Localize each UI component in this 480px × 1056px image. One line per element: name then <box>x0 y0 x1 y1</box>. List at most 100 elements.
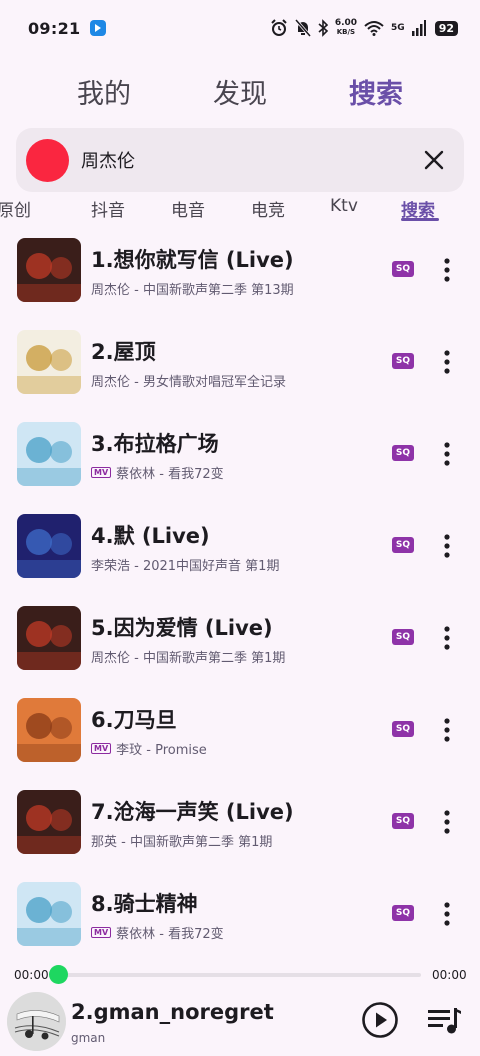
song-artist-album: 那英 - 中国新歌声第二季 第1期 <box>91 835 273 850</box>
album-cover[interactable] <box>17 606 81 670</box>
song-artist-album: 李玟 - Promise <box>116 743 207 758</box>
playlist-button[interactable] <box>424 1002 464 1038</box>
sq-quality-badge: SQ <box>392 721 414 737</box>
sq-quality-badge: SQ <box>392 813 414 829</box>
song-artist-album: 蔡依林 - 看我72变 <box>116 927 224 942</box>
song-subtitle: 周杰伦 - 男女情歌对唱冠军全记录 <box>91 371 286 390</box>
more-vert-icon <box>444 258 450 282</box>
song-artist-album: 周杰伦 - 男女情歌对唱冠军全记录 <box>91 375 286 390</box>
song-artist-album: 周杰伦 - 中国新歌声第二季 第1期 <box>91 651 286 666</box>
more-vert-icon <box>444 350 450 374</box>
more-options-button[interactable] <box>437 348 457 376</box>
song-subtitle: MV 李玟 - Promise <box>91 739 207 758</box>
mini-player: 00:00 00:00 2.gman_noregret gman <box>0 960 480 1056</box>
song-row[interactable]: 1.想你就写信 (Live) 周杰伦 - 中国新歌声第二季 第13期 SQ <box>0 232 480 324</box>
tab-douyin[interactable]: 抖音 <box>91 196 125 221</box>
song-artist-album: 李荣浩 - 2021中国好声音 第1期 <box>91 559 280 574</box>
sq-quality-badge: SQ <box>392 905 414 921</box>
more-options-button[interactable] <box>437 900 457 928</box>
sq-quality-badge: SQ <box>392 537 414 553</box>
play-button[interactable] <box>360 1000 400 1040</box>
app-notification-icon <box>90 20 107 36</box>
tab-ktv[interactable]: Ktv <box>330 196 358 216</box>
tab-electronic[interactable]: 电音 <box>171 196 205 221</box>
song-row[interactable]: 6.刀马旦 MV 李玟 - Promise SQ <box>0 692 480 784</box>
status-time: 09:21 <box>28 18 81 38</box>
song-list: 1.想你就写信 (Live) 周杰伦 - 中国新歌声第二季 第13期 SQ 2.屋顶周… <box>0 232 480 968</box>
search-source-icon[interactable] <box>26 138 69 182</box>
song-title: 3.布拉格广场 <box>91 432 219 456</box>
song-row[interactable]: 3.布拉格广场 MV 蔡依林 - 看我72变 SQ <box>0 416 480 508</box>
song-subtitle: 李荣浩 - 2021中国好声音 第1期 <box>91 555 279 574</box>
play-icon <box>362 1002 398 1038</box>
sq-quality-badge: SQ <box>392 261 414 277</box>
song-artist-album: 周杰伦 - 中国新歌声第二季 第13期 <box>91 283 294 298</box>
more-vert-icon <box>444 902 450 926</box>
song-title: 7.沧海一声笑 (Live) <box>91 800 294 824</box>
queue-icon <box>428 1008 461 1034</box>
song-subtitle: 周杰伦 - 中国新歌声第二季 第13期 <box>91 279 294 298</box>
net-speed: 6.00 KB/S <box>335 19 357 37</box>
sq-quality-badge: SQ <box>392 353 414 369</box>
alarm-icon <box>271 19 287 36</box>
more-vert-icon <box>444 442 450 466</box>
category-tabs: 原创 抖音 电音 电竞 Ktv 搜索 <box>0 194 480 226</box>
net-speed-value: 6.00 <box>334 18 358 28</box>
song-row[interactable]: 5.因为爱情 (Live) 周杰伦 - 中国新歌声第二季 第1期 SQ <box>0 600 480 692</box>
song-subtitle: 周杰伦 - 中国新歌声第二季 第1期 <box>91 647 285 666</box>
more-options-button[interactable] <box>437 256 457 284</box>
more-vert-icon <box>444 626 450 650</box>
mv-badge[interactable]: MV <box>91 743 112 754</box>
song-title: 6.刀马旦 <box>91 708 177 732</box>
sq-quality-badge: SQ <box>392 629 414 645</box>
song-subtitle: 那英 - 中国新歌声第二季 第1期 <box>91 831 272 850</box>
player-title: 2.gman_noregret <box>71 1000 274 1024</box>
more-vert-icon <box>444 718 450 742</box>
progress-track[interactable] <box>58 973 421 977</box>
more-options-button[interactable] <box>437 808 457 836</box>
album-cover[interactable] <box>17 514 81 578</box>
network-type: 5G <box>391 23 405 33</box>
song-title: 5.因为爱情 (Live) <box>91 616 273 640</box>
tab-discover[interactable]: 发现 <box>203 66 277 112</box>
signal-icon <box>411 20 426 36</box>
tab-mine[interactable]: 我的 <box>67 66 141 112</box>
more-options-button[interactable] <box>437 716 457 744</box>
more-options-button[interactable] <box>437 624 457 652</box>
song-title: 1.想你就写信 (Live) <box>91 248 294 272</box>
sq-quality-badge: SQ <box>392 445 414 461</box>
mv-badge[interactable]: MV <box>91 927 112 938</box>
time-current: 00:00 <box>14 968 49 982</box>
wifi-icon <box>364 21 384 36</box>
more-vert-icon <box>444 534 450 558</box>
more-options-button[interactable] <box>437 532 457 560</box>
album-cover[interactable] <box>17 238 81 302</box>
album-cover[interactable] <box>17 698 81 762</box>
status-icons: 6.00 KB/S 5G 92 <box>270 19 458 37</box>
song-row[interactable]: 7.沧海一声笑 (Live) 那英 - 中国新歌声第二季 第1期 SQ <box>0 784 480 876</box>
tab-original[interactable]: 原创 <box>0 196 31 221</box>
album-cover[interactable] <box>17 790 81 854</box>
tab-esports[interactable]: 电竞 <box>251 196 285 221</box>
album-cover[interactable] <box>17 882 81 946</box>
song-row[interactable]: 8.骑士精神 MV 蔡依林 - 看我72变 SQ <box>0 876 480 968</box>
album-cover[interactable] <box>17 330 81 394</box>
search-input[interactable]: 周杰伦 <box>81 147 416 173</box>
time-total: 00:00 <box>432 968 467 982</box>
album-art[interactable] <box>7 992 66 1051</box>
player-artist: gman <box>71 1031 106 1045</box>
status-bar: 09:21 6.00 KB/S 5G 92 <box>0 0 480 56</box>
mv-badge[interactable]: MV <box>91 467 112 478</box>
more-options-button[interactable] <box>437 440 457 468</box>
song-artist-album: 蔡依林 - 看我72变 <box>116 467 224 482</box>
song-title: 2.屋顶 <box>91 340 156 364</box>
song-row[interactable]: 4.默 (Live) 李荣浩 - 2021中国好声音 第1期 SQ <box>0 508 480 600</box>
progress-thumb[interactable] <box>49 965 68 984</box>
tab-search[interactable]: 搜索 <box>339 66 413 112</box>
main-tabs: 我的 发现 搜索 <box>0 66 480 112</box>
song-row[interactable]: 2.屋顶周杰伦 - 男女情歌对唱冠军全记录 SQ <box>0 324 480 416</box>
album-cover[interactable] <box>17 422 81 486</box>
clear-icon[interactable] <box>416 142 452 178</box>
active-tab-indicator <box>401 218 439 221</box>
search-bar[interactable]: 周杰伦 <box>16 128 464 192</box>
